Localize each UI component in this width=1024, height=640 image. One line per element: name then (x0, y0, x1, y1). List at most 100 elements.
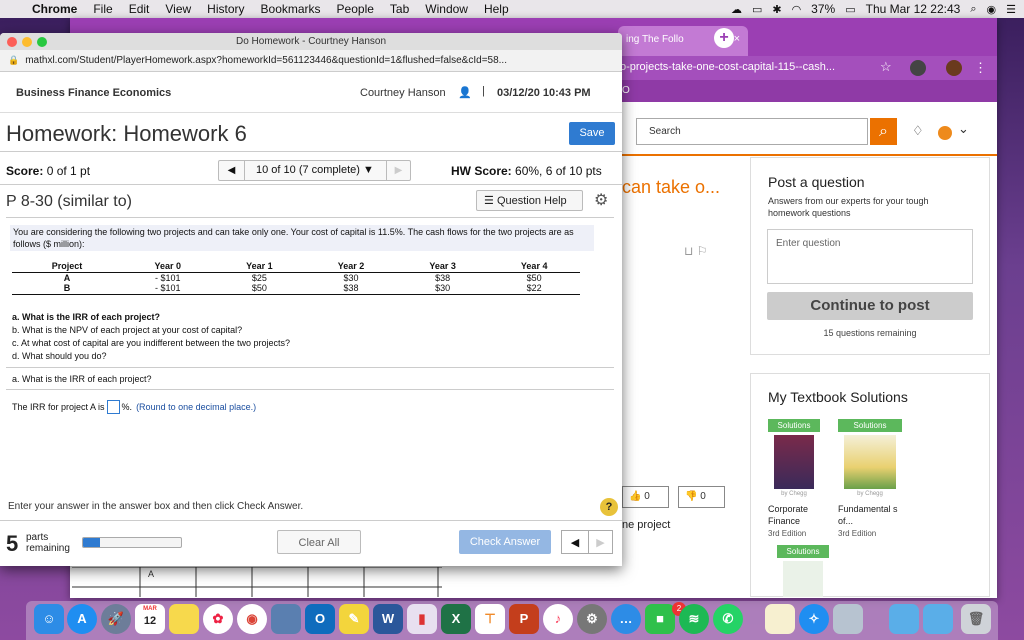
powerpoint-icon[interactable]: P (509, 604, 539, 634)
excel-icon[interactable]: X (441, 604, 471, 634)
calendar-icon[interactable]: MAR 12 (135, 604, 165, 634)
hw-score: HW Score: 60%, 6 of 10 pts (451, 164, 602, 178)
address-bar[interactable]: 🔒 mathxl.com/Student/PlayerHomework.aspx?… (0, 50, 622, 72)
menu-clock[interactable]: Thu Mar 12 22:43 (866, 2, 961, 16)
grapher-icon[interactable] (765, 604, 795, 634)
photos-icon[interactable]: ✿ (203, 604, 233, 634)
app-store-icon[interactable]: A (67, 604, 97, 634)
menu-history[interactable]: History (199, 2, 252, 16)
clear-all-button[interactable]: Clear All (277, 530, 361, 554)
notification-center-icon[interactable]: ☰ (1006, 3, 1016, 16)
word-icon[interactable]: W (373, 604, 403, 634)
previous-part-icon[interactable]: ◀ (561, 530, 589, 554)
next-question-icon[interactable]: ▶ (386, 161, 410, 180)
siri-icon[interactable]: ◉ (987, 3, 997, 16)
safari-icon[interactable]: ✧ (799, 604, 829, 634)
system-preferences-icon[interactable]: ⚙ (577, 604, 607, 634)
facetime-icon[interactable]: ■ (645, 604, 675, 634)
close-tab-icon[interactable]: × (734, 33, 740, 45)
bg-bookmark-fragment[interactable]: O (622, 85, 630, 96)
continue-to-post-button[interactable]: Continue to post (767, 292, 973, 320)
irr-answer-line: The IRR for project A is %. (Round to on… (12, 400, 256, 414)
keynote-icon[interactable]: ⊤ (475, 604, 505, 634)
mathxl-window[interactable]: Do Homework - Courtney Hanson 🔒 mathxl.co… (0, 33, 622, 566)
textedit-icon[interactable]: ✎ (339, 604, 369, 634)
gear-icon[interactable]: ⚙ (594, 190, 608, 210)
help-icon[interactable]: ? (600, 498, 618, 516)
book-edition: 3rd Edition (768, 529, 807, 538)
close-window-icon[interactable] (7, 37, 17, 47)
menu-people[interactable]: People (329, 2, 382, 16)
minimize-window-icon[interactable] (22, 37, 32, 47)
window-title-bar[interactable]: Do Homework - Courtney Hanson (0, 33, 622, 50)
question-help-button[interactable]: ☰ Question Help (476, 190, 583, 211)
book-edition: 3rd Edition (838, 529, 877, 538)
score-value: 0 of 1 pt (46, 164, 91, 178)
irr-suffix: %. (121, 402, 133, 412)
music-icon[interactable]: ♪ (543, 604, 573, 634)
whatsapp-icon[interactable]: ✆ (713, 604, 743, 634)
profile-avatar[interactable] (946, 60, 962, 76)
bell-icon[interactable]: ♢ (912, 123, 924, 139)
irr-hint: (Round to one decimal place.) (136, 402, 257, 412)
notes-icon[interactable] (169, 604, 199, 634)
subquestion-text: a. What is the IRR of each project? (12, 312, 161, 322)
messages-icon[interactable]: … (611, 604, 641, 634)
search-icon[interactable]: ⌕ (870, 118, 897, 145)
extension-icon[interactable] (910, 60, 926, 76)
next-part-icon[interactable]: ▶ (589, 530, 613, 554)
table-header-row: Project Year 0 Year 1 Year 2 Year 3 Year… (12, 261, 580, 273)
downloads-folder-icon[interactable] (889, 604, 919, 634)
battery-icon[interactable]: ▭ (845, 3, 855, 16)
menu-window[interactable]: Window (417, 2, 476, 16)
wifi-icon[interactable]: ◠ (792, 3, 802, 16)
new-tab-icon[interactable]: + (714, 28, 734, 48)
numbers-icon[interactable]: ▮ (407, 604, 437, 634)
url-text[interactable]: mathxl.com/Student/PlayerHomework.aspx?h… (25, 55, 507, 66)
menu-bookmarks[interactable]: Bookmarks (253, 2, 329, 16)
chrome-icon[interactable]: ◉ (237, 604, 267, 634)
parts-progress-bar (82, 537, 182, 548)
menu-app-name[interactable]: Chrome (28, 2, 85, 16)
question-input[interactable]: Enter question (767, 229, 973, 284)
textbook-card[interactable]: Solutions (777, 545, 829, 597)
textbook-card[interactable]: Solutions by Chegg Corporate Finance 3rd… (768, 419, 820, 538)
launchpad-icon[interactable]: 🚀 (101, 604, 131, 634)
menu-help[interactable]: Help (476, 2, 517, 16)
trash-icon[interactable]: 🗑 (961, 604, 991, 634)
check-answer-button[interactable]: Check Answer (459, 530, 551, 554)
chegg-search-input[interactable]: Search (636, 118, 868, 145)
bookmark-star-icon[interactable]: ☆ (880, 59, 892, 75)
calendar-day: 12 (143, 615, 157, 627)
spotlight-search-icon[interactable]: ⌕ (970, 3, 976, 16)
battery-percent[interactable]: 37% (811, 2, 835, 16)
bluetooth-icon[interactable]: ✱ (772, 3, 781, 16)
menu-view[interactable]: View (157, 2, 199, 16)
menu-tab[interactable]: Tab (382, 2, 417, 16)
documents-folder-icon[interactable] (923, 604, 953, 634)
chrome-menu-icon[interactable]: ⋮ (974, 60, 987, 76)
zoom-window-icon[interactable] (37, 37, 47, 47)
image-capture-icon[interactable] (833, 604, 863, 634)
menu-file[interactable]: File (85, 2, 120, 16)
menu-edit[interactable]: Edit (121, 2, 158, 16)
like-button[interactable]: 👍 0 (622, 486, 669, 508)
avatar[interactable] (938, 126, 952, 140)
previous-question-icon[interactable]: ◀ (219, 161, 245, 180)
irr-answer-input[interactable] (106, 400, 120, 414)
airplay-icon[interactable]: ▭ (752, 3, 762, 16)
outlook-icon[interactable]: O (305, 604, 335, 634)
finder-icon[interactable]: ☺ (34, 604, 64, 634)
solutions-tag: Solutions (768, 419, 820, 432)
question-position-dropdown[interactable]: 10 of 10 (7 complete) ▼ (256, 164, 374, 176)
bookmark-flag-icons[interactable]: ⊔ ⚐ (684, 244, 707, 258)
cloud-upload-icon[interactable]: ☁ (731, 3, 742, 16)
chevron-down-icon[interactable]: ⌄ (958, 121, 969, 137)
save-button[interactable]: Save (569, 122, 615, 145)
bg-url-text[interactable]: o-projects-take-one-cost-capital-115--ca… (620, 61, 835, 73)
dislike-button[interactable]: 👎 0 (678, 486, 725, 508)
preview-icon[interactable] (271, 604, 301, 634)
textbook-card[interactable]: Solutions by Chegg Fundamental s of... 3… (838, 419, 902, 538)
table-header: Year 1 (213, 261, 306, 273)
spotify-icon[interactable]: ≋ (679, 604, 709, 634)
